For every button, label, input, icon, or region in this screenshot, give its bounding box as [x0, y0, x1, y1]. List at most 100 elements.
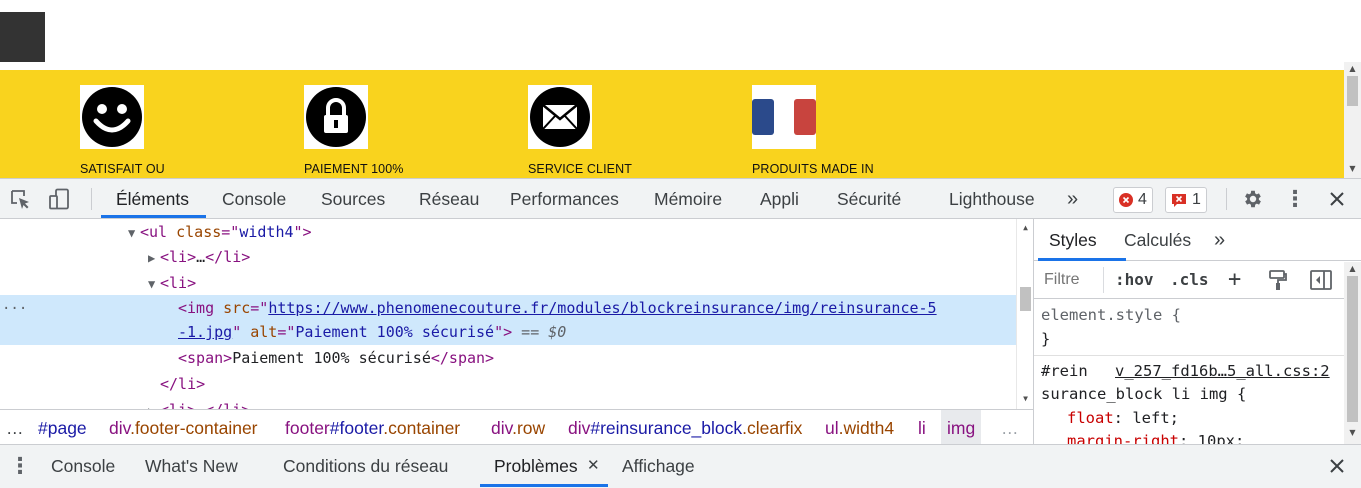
console-reference: == $0 — [512, 323, 567, 341]
expanded-triangle-icon[interactable]: ▼ — [128, 220, 140, 246]
drawer-tab-issues[interactable]: Problèmes — [494, 445, 578, 487]
toggle-sidebar-icon[interactable] — [1308, 261, 1334, 299]
reinsurance-item[interactable]: PAIEMENT 100% — [304, 85, 504, 176]
breadcrumb-item-page[interactable]: #page — [38, 410, 87, 444]
issue-count: 1 — [1192, 191, 1201, 208]
drawer-menu-icon[interactable]: ⋮ — [8, 445, 32, 487]
more-tabs-button[interactable]: » — [1067, 179, 1078, 219]
tab-performance[interactable]: Performances — [510, 179, 619, 219]
kebab-menu-icon[interactable]: ⋮ — [1283, 179, 1307, 219]
dom-node-img[interactable]: <img src="https://www.phenomenecouture.f… — [0, 295, 1016, 321]
new-style-rule-button[interactable]: + — [1228, 261, 1241, 299]
breadcrumb-item-footer-container[interactable]: div.footer-container — [109, 410, 258, 444]
page-viewport: SATISFAIT OU PAIEMENT 100% SERVICE CLIEN… — [0, 0, 1361, 178]
toolbar-divider — [91, 188, 92, 210]
drawer-tab-console[interactable]: Console — [51, 445, 115, 487]
page-scrollbar[interactable]: ▲ ▼ — [1344, 62, 1361, 178]
envelope-icon — [528, 85, 592, 149]
breadcrumb-item-reinsurance-block[interactable]: div#reinsurance_block.clearfix — [568, 410, 802, 444]
settings-gear-icon[interactable] — [1239, 179, 1267, 219]
scroll-down-icon[interactable]: ▼ — [1344, 164, 1361, 174]
rule-selector-continued[interactable]: surance_block li img { — [1041, 382, 1246, 406]
drawer-tab-whats-new[interactable]: What's New — [145, 445, 238, 487]
reinsurance-banner: SATISFAIT OU PAIEMENT 100% SERVICE CLIEN… — [0, 70, 1344, 178]
breadcrumb-trailing-more[interactable]: … — [1001, 410, 1019, 444]
breadcrumb-item-ul[interactable]: ul.width4 — [825, 410, 894, 444]
dom-node-img-continued[interactable]: -1.jpg" alt="Paiement 100% sécurisé"> ==… — [0, 319, 1016, 345]
breadcrumb: … #page div.footer-container footer#foot… — [0, 409, 1033, 444]
reinsurance-item[interactable]: SATISFAIT OU — [80, 85, 280, 176]
rule-selector[interactable]: #rein — [1041, 359, 1088, 383]
styles-toolbar: :hov .cls + — [1034, 261, 1361, 299]
breadcrumb-item-img[interactable]: img — [941, 410, 982, 444]
dom-node-ul[interactable]: ▼ <ul class="width4"> — [0, 219, 1016, 245]
drawer-tab-network-conditions[interactable]: Conditions du réseau — [283, 445, 448, 487]
close-tab-icon[interactable]: ✕ — [587, 445, 600, 487]
breadcrumb-item-li[interactable]: li — [918, 410, 926, 444]
elements-tree[interactable]: ... ▼ <ul class="width4"> ▶ <li>…</li> ▼ <l… — [0, 219, 1033, 409]
close-drawer-icon[interactable] — [1324, 445, 1350, 487]
elements-scrollbar[interactable]: ▲ ▼ — [1016, 219, 1033, 409]
scroll-down-icon[interactable]: ▼ — [1344, 428, 1361, 438]
dom-node-li-collapsed[interactable]: ▶<li>…</li> — [0, 244, 1016, 270]
element-style-selector[interactable]: element.style { — [1041, 303, 1181, 327]
css-declaration-margin-right[interactable]: margin-right: 10px; — [1067, 429, 1244, 444]
tab-security[interactable]: Sécurité — [837, 179, 901, 219]
site-logo[interactable] — [0, 12, 45, 62]
tab-network[interactable]: Réseau — [419, 179, 479, 219]
smiley-icon — [80, 85, 144, 149]
device-toolbar-icon[interactable] — [46, 179, 74, 219]
reinsurance-label: SERVICE CLIENT — [528, 162, 632, 176]
french-flag-icon — [752, 85, 816, 149]
scroll-thumb[interactable] — [1347, 76, 1358, 106]
error-count-badge[interactable]: 4 — [1113, 187, 1153, 213]
styles-more-tabs-button[interactable]: » — [1214, 219, 1225, 261]
styles-pane: Styles Calculés » :hov .cls + element.st… — [1033, 219, 1361, 444]
reinsurance-item[interactable]: SERVICE CLIENT — [528, 85, 728, 176]
active-tab-indicator — [480, 484, 608, 487]
tab-application[interactable]: Appli — [760, 179, 799, 219]
tab-computed[interactable]: Calculés — [1124, 219, 1191, 261]
element-style-close: } — [1041, 330, 1051, 348]
styles-filter-input[interactable] — [1040, 267, 1104, 293]
dom-node-span[interactable]: <span>Paiement 100% sécurisé</span> — [0, 345, 1016, 371]
scroll-up-icon[interactable]: ▲ — [1344, 64, 1361, 74]
tab-elements[interactable]: Éléments — [116, 179, 189, 219]
issue-count-badge[interactable]: 1 — [1165, 187, 1207, 213]
image-src-link[interactable]: -1.jpg — [178, 323, 232, 341]
close-devtools-icon[interactable] — [1324, 179, 1350, 219]
breadcrumb-more[interactable]: … — [6, 410, 24, 444]
collapsed-triangle-icon[interactable]: ▶ — [148, 398, 160, 409]
dom-node-li-collapsed[interactable]: ▶<li>…</li> — [0, 397, 1016, 409]
drawer-tab-rendering[interactable]: Affichage — [622, 445, 695, 487]
scroll-thumb[interactable] — [1020, 287, 1031, 311]
reinsurance-label: PRODUITS MADE IN — [752, 162, 874, 176]
error-count: 4 — [1138, 191, 1147, 208]
tab-lighthouse[interactable]: Lighthouse — [949, 179, 1035, 219]
scroll-thumb[interactable] — [1347, 276, 1358, 422]
tab-styles[interactable]: Styles — [1049, 219, 1097, 261]
collapsed-triangle-icon[interactable]: ▶ — [148, 245, 160, 271]
expanded-triangle-icon[interactable]: ▼ — [148, 271, 160, 297]
image-src-link[interactable]: https://www.phenomenecouture.fr/modules/… — [268, 299, 936, 317]
dom-node-li-expanded[interactable]: ▼ <li> — [0, 270, 1016, 296]
scroll-up-icon[interactable]: ▲ — [1344, 264, 1361, 274]
tab-memory[interactable]: Mémoire — [654, 179, 722, 219]
breadcrumb-item-row[interactable]: div.row — [491, 410, 545, 444]
scroll-up-icon[interactable]: ▲ — [1017, 223, 1033, 233]
dom-node-li-close[interactable]: </li> — [0, 371, 1016, 397]
inspect-element-icon[interactable] — [6, 179, 34, 219]
tab-sources[interactable]: Sources — [321, 179, 385, 219]
class-toggle[interactable]: .cls — [1170, 261, 1209, 299]
stylesheet-source-link[interactable]: v_257_fd16b…5_all.css:2 — [1115, 359, 1330, 383]
css-declaration-float[interactable]: float: left; — [1067, 406, 1179, 430]
tab-console[interactable]: Console — [222, 179, 286, 219]
paint-format-icon[interactable] — [1266, 261, 1290, 299]
hover-state-toggle[interactable]: :hov — [1115, 261, 1154, 299]
reinsurance-item[interactable]: PRODUITS MADE IN — [752, 85, 952, 176]
active-tab-indicator — [101, 215, 206, 218]
styles-scrollbar[interactable]: ▲ ▼ — [1344, 262, 1361, 444]
breadcrumb-item-footer[interactable]: footer#footer.container — [285, 410, 460, 444]
scroll-down-icon[interactable]: ▼ — [1017, 394, 1033, 404]
reinsurance-label: PAIEMENT 100% — [304, 162, 404, 176]
